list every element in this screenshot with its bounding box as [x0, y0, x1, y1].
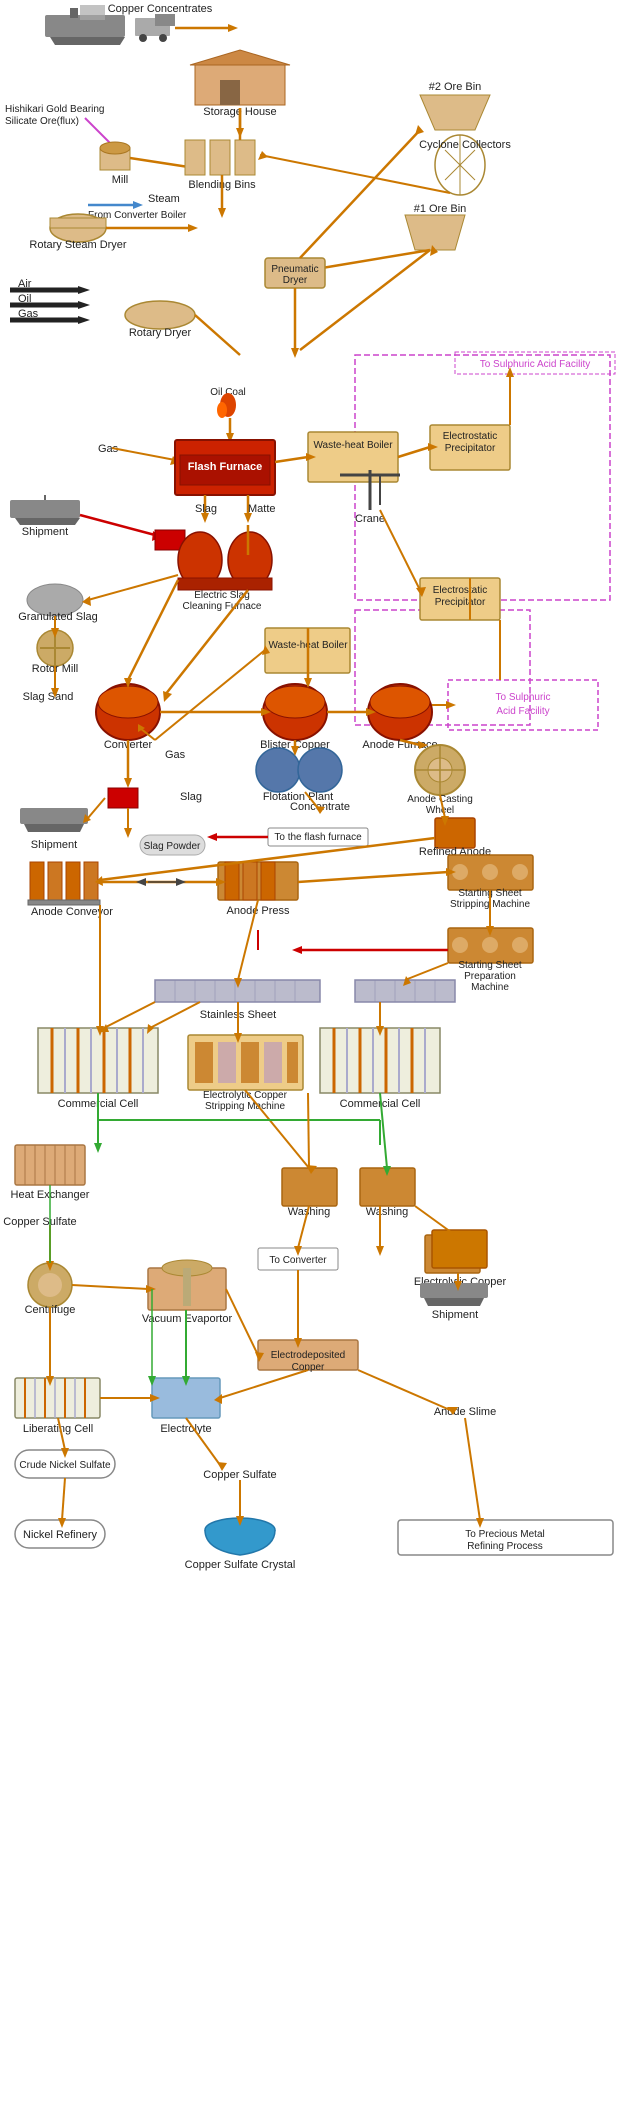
liberating-cell-label: Liberating Cell	[23, 1423, 93, 1435]
washing-1-icon	[282, 1168, 337, 1206]
storage-house-icon	[190, 50, 290, 105]
granulated-slag-label: Granulated Slag	[18, 611, 98, 623]
anode-casting-wheel-label-2: Wheel	[426, 805, 454, 816]
refined-anode-icon	[435, 818, 475, 848]
crude-nickel-sulfate-label: Crude Nickel Sulfate	[19, 1460, 111, 1471]
electrolytic-stripping-icon	[188, 1035, 303, 1090]
shipment-1-icon	[10, 495, 80, 525]
shipment-2-label: Shipment	[31, 839, 77, 851]
electric-slag-label-2: Cleaning Furnace	[183, 601, 262, 612]
svg-text:Silicate Ore(flux): Silicate Ore(flux)	[5, 116, 79, 127]
electrolyte-label: Electrolyte	[160, 1423, 211, 1435]
blister-copper-icon	[263, 684, 327, 740]
pneumatic-dryer-label: Pneumatic	[271, 264, 318, 275]
to-sulphuric-acid-2-label-1: To Sulphuric	[495, 692, 550, 703]
starting-sheet-stripping-icon	[448, 855, 533, 890]
anode-furnace-icon	[368, 684, 432, 740]
hishikari-label: Hishikari Gold Bearing	[5, 104, 105, 115]
cyclone-collectors-label: Cyclone Collectors	[419, 139, 511, 151]
vacuum-evaportor-icon	[148, 1260, 226, 1310]
svg-text:Dryer: Dryer	[283, 275, 308, 286]
vacuum-evaportor-label: Vacuum Evaportor	[142, 1313, 233, 1325]
flotation-plant-icon	[256, 748, 342, 792]
anode-press-icon	[218, 862, 298, 900]
slag-powder-label: Slag Powder	[144, 841, 201, 852]
to-converter-label: To Converter	[269, 1255, 327, 1266]
ore-bin-2-label: #2 Ore Bin	[429, 81, 482, 93]
ss-prep-label-2: Preparation	[464, 971, 516, 982]
ss-prep-label-3: Machine	[471, 982, 509, 993]
copper-concentrates-label: Copper Concentrates	[108, 3, 213, 15]
shipment-3-label: Shipment	[432, 1309, 478, 1321]
ss-prep-label-1: Starting Sheet	[458, 960, 522, 971]
matte-label: Matte	[248, 503, 276, 515]
rotary-steam-dryer-label: Rotary Steam Dryer	[29, 239, 127, 251]
copper-sulfate-2-label: Copper Sulfate	[203, 1469, 276, 1481]
rotary-dryer-label: Rotary Dryer	[129, 327, 192, 339]
process-diagram-svg: Copper Concentrates Storage House Hishik…	[0, 0, 626, 2108]
mill-icon	[100, 142, 130, 170]
anode-press-label: Anode Press	[227, 905, 290, 917]
slag-sand-label: Slag Sand	[23, 691, 74, 703]
liberating-cell-icon	[15, 1378, 100, 1418]
electrodeposited-copper-label-1: Electrodeposited	[271, 1350, 346, 1361]
to-sulphuric-acid-2-label-2: Acid Facility	[496, 706, 549, 717]
gas-label-top: Gas	[18, 308, 39, 320]
to-sulphuric-acid-1-label: To Sulphuric Acid Facility	[480, 359, 591, 370]
svg-text:Precipitator: Precipitator	[445, 443, 496, 454]
steam-label: Steam	[148, 193, 180, 205]
electrostatic-precipitator-1-label: Electrostatic	[443, 431, 497, 442]
rotary-dryer-icon	[125, 301, 195, 329]
flash-furnace-label: Flash Furnace	[188, 461, 263, 473]
to-flash-furnace-label: To the flash furnace	[274, 832, 362, 843]
svg-text:Precipitator: Precipitator	[435, 597, 486, 608]
copper-sulfate-crystal-label: Copper Sulfate Crystal	[185, 1559, 296, 1571]
anode-conveyor-icon	[28, 862, 100, 905]
electrolytic-stripping-label-2: Stripping Machine	[205, 1101, 285, 1112]
waste-heat-boiler-1-label: Waste-heat Boiler	[313, 440, 393, 451]
shipment-2-icon	[20, 808, 88, 832]
commercial-cell-1-icon	[38, 1028, 158, 1093]
converter-icon	[96, 684, 160, 740]
air-label: Air	[18, 278, 32, 290]
truck-icon	[135, 14, 175, 42]
to-precious-metal-label-2: Refining Process	[467, 1541, 543, 1552]
blending-bins-icon	[185, 140, 255, 175]
rotary-steam-dryer-icon	[50, 214, 106, 242]
mill-label: Mill	[112, 174, 129, 186]
crane-label: Crane	[355, 513, 385, 525]
ore-bin-1-label: #1 Ore Bin	[414, 203, 467, 215]
washing-2-label: Washing	[366, 1206, 408, 1218]
electric-slag-furnace-icon	[178, 532, 272, 590]
copper-sulfate-1-label: Copper Sulfate	[3, 1216, 76, 1228]
electrostatic-precipitator-2-label: Electrostatic	[433, 585, 487, 596]
crane-icon	[340, 470, 400, 510]
heat-exchanger-icon	[15, 1145, 85, 1185]
gas-3-label: Gas	[165, 749, 186, 761]
slag-2-label: Slag	[180, 791, 202, 803]
commercial-cell-2-icon	[320, 1028, 440, 1093]
electrodeposited-copper-label-2: Copper	[292, 1362, 325, 1373]
nickel-refinery-label: Nickel Refinery	[23, 1529, 97, 1541]
slag-1-label: Slag	[195, 503, 217, 515]
ore-bin-1-icon	[405, 215, 465, 250]
diagram-container: Copper Concentrates Storage House Hishik…	[0, 0, 626, 2108]
anode-casting-wheel-icon	[415, 745, 465, 795]
oil-label: Oil	[18, 293, 31, 305]
shipment-3-icon	[420, 1283, 488, 1306]
to-precious-metal-label-1: To Precious Metal	[465, 1529, 544, 1540]
shipment-1-label: Shipment	[22, 526, 68, 538]
ore-bin-2-icon	[420, 95, 490, 130]
